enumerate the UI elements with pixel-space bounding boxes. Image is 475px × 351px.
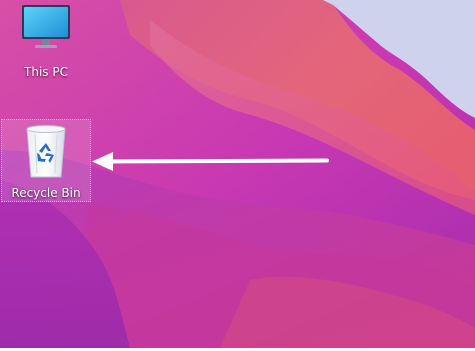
desktop-icon-recycle-bin[interactable]: Recycle Bin: [1, 119, 91, 202]
recycle-bin-icon: [26, 125, 66, 178]
monitor-icon: [22, 5, 70, 48]
desktop: This PC Recycle Bin: [0, 0, 475, 348]
desktop-icon-label: This PC: [24, 65, 68, 79]
desktop-icon-label: Recycle Bin: [11, 186, 81, 200]
desktop-icon-this-pc[interactable]: This PC: [12, 3, 80, 79]
